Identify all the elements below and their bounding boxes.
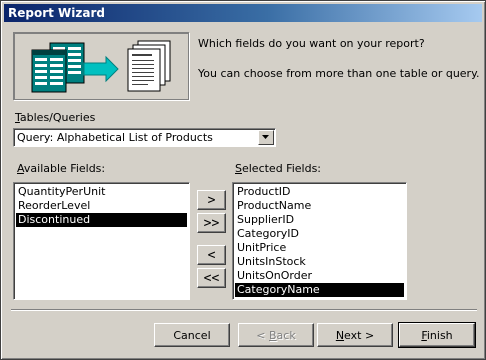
available-fields-label: Available Fields:	[17, 162, 106, 175]
available-fields-list[interactable]: QuantityPerUnit ReorderLevel Discontinued	[13, 182, 190, 300]
list-item[interactable]: UnitsInStock	[235, 255, 404, 269]
list-item[interactable]: UnitPrice	[235, 241, 404, 255]
tables-queries-dropdown[interactable]: Query: Alphabetical List of Products	[13, 128, 276, 147]
wizard-hint: You can choose from more than one table …	[198, 67, 480, 80]
list-item[interactable]: UnitsOnOrder	[235, 269, 404, 283]
wizard-question: Which fields do you want on your report?	[198, 37, 425, 50]
finish-button[interactable]: Finish	[398, 322, 476, 348]
report-wizard-window: Report Wizard Which fields do you want o…	[0, 0, 486, 360]
add-all-fields-button[interactable]: >>	[197, 213, 226, 233]
list-item[interactable]: SupplierID	[235, 213, 404, 227]
selected-fields-label: Selected Fields:	[235, 162, 322, 175]
tables-queries-label: Tables/Queries	[15, 111, 96, 124]
list-item[interactable]: ProductID	[235, 185, 404, 199]
list-item[interactable]: CategoryName	[235, 283, 404, 297]
remove-all-fields-button[interactable]: <<	[197, 268, 226, 288]
finish-button-label: Finish	[421, 328, 453, 342]
chevron-down-icon	[262, 135, 269, 139]
tables-to-report-icon	[31, 40, 171, 93]
list-item[interactable]: Discontinued	[16, 213, 187, 227]
tables-queries-selected: Query: Alphabetical List of Products	[17, 131, 213, 144]
list-item[interactable]: ReorderLevel	[16, 199, 187, 213]
title-bar[interactable]: Report Wizard	[4, 4, 482, 22]
dropdown-button[interactable]	[258, 130, 274, 145]
remove-field-button[interactable]: <	[197, 245, 226, 265]
list-item[interactable]: ProductName	[235, 199, 404, 213]
wizard-illustration	[13, 32, 189, 100]
back-button[interactable]: < Back	[238, 323, 314, 347]
add-field-button[interactable]: >	[197, 190, 226, 210]
cancel-button[interactable]: Cancel	[154, 323, 230, 347]
back-button-label: < Back	[256, 328, 296, 342]
next-button-label: Next >	[335, 328, 375, 342]
list-item[interactable]: QuantityPerUnit	[16, 185, 187, 199]
selected-fields-list[interactable]: ProductID ProductName SupplierID CategoryID…	[232, 182, 407, 300]
footer-divider	[11, 309, 477, 311]
list-item[interactable]: CategoryID	[235, 227, 404, 241]
window-title: Report Wizard	[8, 6, 105, 20]
next-button[interactable]: Next >	[317, 323, 393, 347]
